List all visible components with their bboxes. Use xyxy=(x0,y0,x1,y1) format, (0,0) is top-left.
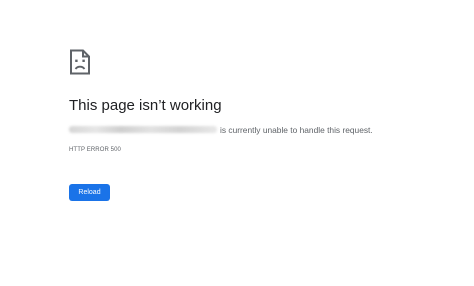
error-code: HTTP ERROR 500 xyxy=(69,147,121,153)
error-page: This page isn’t working is currently una… xyxy=(0,0,474,286)
error-detail: is currently unable to handle this reque… xyxy=(69,124,373,136)
reload-button[interactable]: Reload xyxy=(69,184,110,201)
page-title: This page isn’t working xyxy=(69,97,222,114)
blurred-hostname xyxy=(69,126,217,134)
error-message: is currently unable to handle this reque… xyxy=(220,125,373,135)
sad-page-icon xyxy=(68,49,92,75)
